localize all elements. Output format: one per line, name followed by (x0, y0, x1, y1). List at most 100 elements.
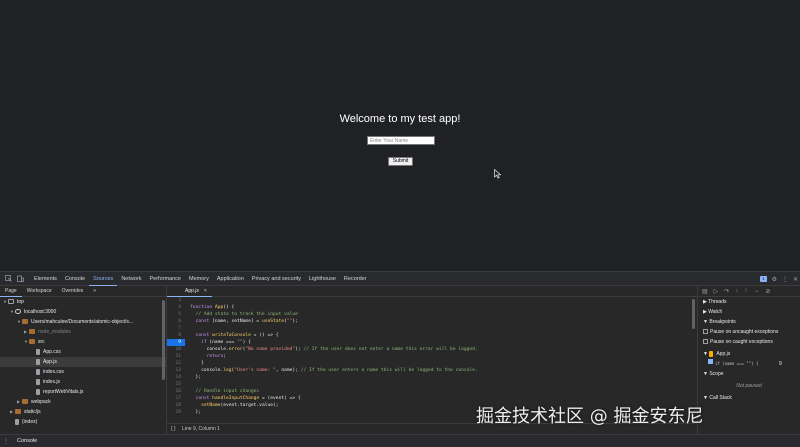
breakpoint-checkbox[interactable] (708, 359, 713, 364)
call-stack-section[interactable]: ▼ Call Stack (698, 393, 800, 403)
name-input[interactable] (367, 136, 435, 145)
editor-tab-label: App.js (185, 287, 199, 294)
tree-item-label: index.js (43, 379, 60, 385)
line-number[interactable]: 5 (167, 311, 185, 318)
issues-badge[interactable]: 1 (760, 276, 767, 282)
devtools-toolbar-right: 1 ⚙ ⋮ ✕ (760, 272, 798, 286)
breakpoint-line-number: 9 (779, 361, 782, 367)
tree-item[interactable]: ▼ Users/mahculee/Documents/atomic-object/… (0, 317, 166, 327)
tree-item[interactable]: index.js (0, 377, 166, 387)
more-options-icon[interactable]: ⋮ (782, 276, 788, 283)
line-number[interactable]: 7 (167, 325, 185, 332)
submit-button[interactable]: Submit (388, 157, 413, 166)
close-tab-icon[interactable]: ✕ (203, 288, 207, 294)
close-devtools-icon[interactable]: ✕ (793, 276, 798, 283)
tab-console[interactable]: Console (61, 272, 89, 286)
checkbox-icon (703, 329, 708, 335)
line-number[interactable]: 3 (167, 297, 185, 304)
navigator-tab-workspace[interactable]: Workspace (22, 286, 57, 297)
inspect-element-icon[interactable] (4, 275, 12, 283)
tab-memory[interactable]: Memory (185, 272, 213, 286)
navigator-tab-page[interactable]: Page (0, 286, 22, 297)
pretty-print-icon[interactable]: { } (171, 426, 176, 432)
breakpoints-section[interactable]: ▼ Breakpoints (698, 317, 800, 327)
step-over-icon[interactable]: ↷ (724, 288, 729, 295)
breakpoint-code: if (name === "") { (715, 361, 759, 366)
threads-section[interactable]: ▶ Threads (698, 297, 800, 307)
line-number[interactable]: 13 (167, 367, 185, 374)
step-out-icon[interactable]: ↑ (744, 288, 747, 294)
tree-item[interactable]: ▶ webpack (0, 397, 166, 407)
tree-item[interactable]: ▶ node_modules (0, 327, 166, 337)
tab-network[interactable]: Network (117, 272, 145, 286)
scope-section[interactable]: ▼ Scope (698, 369, 800, 379)
line-number[interactable]: 16 (167, 388, 185, 395)
tree-item-label: node_modules (38, 329, 71, 335)
line-number[interactable]: 10 (167, 346, 185, 353)
tab-elements[interactable]: Elements (30, 272, 61, 286)
watch-section[interactable]: ▶ Watch (698, 307, 800, 317)
tab-sources[interactable]: Sources (89, 272, 118, 286)
tree-item[interactable]: ▼ localhost:3000 (0, 307, 166, 317)
settings-gear-icon[interactable]: ⚙ (772, 276, 777, 283)
tab-application[interactable]: Application (213, 272, 248, 286)
tree-item[interactable]: (index) (0, 417, 166, 427)
tree-item[interactable]: ▼ src (0, 337, 166, 347)
tree-item[interactable]: App.css (0, 347, 166, 357)
breakpoint-file-row[interactable]: ▼ App.js (698, 349, 800, 359)
line-number[interactable]: 18 (167, 402, 185, 409)
tab-lighthouse[interactable]: Lighthouse (305, 272, 340, 286)
line-number[interactable]: 12 (167, 360, 185, 367)
js-file-icon (709, 350, 714, 357)
tree-item[interactable]: ▼ top (0, 297, 166, 307)
tree-item-label: index.css (43, 369, 64, 375)
tab-performance[interactable]: Performance (145, 272, 185, 286)
mouse-cursor-icon (494, 169, 502, 179)
code-text: const writeToConsole = () => { (195, 333, 279, 338)
code-line: 3 (167, 297, 697, 304)
line-number[interactable]: 8 (167, 332, 185, 339)
editor-scrollbar[interactable] (692, 299, 695, 329)
drawer-menu-icon[interactable]: ⋮ (3, 438, 9, 445)
breakpoint-file-label: App.js (716, 351, 731, 357)
watermark-text: 掘金技术社区 @ 掘金安东尼 (476, 406, 704, 427)
code-text: function App() { (190, 305, 235, 310)
line-number[interactable]: 17 (167, 395, 185, 402)
navigator-tab-overrides[interactable]: Overrides (57, 286, 89, 297)
toggle-sidebar-icon[interactable]: ▤ (702, 288, 708, 295)
line-number[interactable]: 11 (167, 353, 185, 360)
navigator-more-tabs-icon[interactable]: » (88, 286, 101, 297)
tab-privacy-and-security[interactable]: Privacy and security (248, 272, 305, 286)
tab-recorder[interactable]: Recorder (340, 272, 371, 286)
step-into-icon[interactable]: ↓ (735, 288, 738, 294)
breakpoint-entry[interactable]: if (name === "") { 9 (698, 359, 800, 369)
device-toolbar-icon[interactable] (16, 275, 24, 283)
line-number[interactable]: 4 (167, 304, 185, 311)
debugger-toolbar: ▤ ▷ ↷ ↓ ↑ → ⊘ (698, 286, 800, 297)
code-line: 4 function App() { (167, 304, 697, 311)
line-number[interactable]: 15 (167, 381, 185, 388)
code-line: 15 (167, 381, 697, 388)
line-number[interactable]: 19 (167, 409, 185, 416)
tree-item[interactable]: index.css (0, 367, 166, 377)
breakpoint-line-number[interactable]: 9 (167, 339, 185, 346)
pause-caught-checkbox[interactable]: Pause on caught exceptions (698, 337, 800, 347)
pause-uncaught-checkbox[interactable]: Pause on uncaught exceptions (698, 327, 800, 337)
devtools-main-toolbar: Elements Console Sources Network Performance… (0, 272, 800, 286)
resume-icon[interactable]: ▷ (714, 288, 719, 295)
tree-item[interactable]: reportWebVitals.js (0, 387, 166, 397)
tree-item[interactable]: ▶ static/js (0, 407, 166, 417)
navigator-scrollbar[interactable] (162, 300, 165, 380)
deactivate-breakpoints-icon[interactable]: ⊘ (765, 288, 770, 295)
tree-item-label: reportWebVitals.js (43, 389, 84, 395)
drawer-tab-console[interactable]: Console (12, 435, 42, 447)
folder-icon (29, 329, 35, 335)
breakpoints-label: Breakpoints (709, 319, 736, 325)
line-number[interactable]: 6 (167, 318, 185, 325)
line-number[interactable]: 14 (167, 374, 185, 381)
editor-tab-app-js[interactable]: App.js ✕ (167, 286, 212, 297)
call-stack-label: Call Stack (709, 395, 732, 401)
step-icon[interactable]: → (753, 288, 759, 294)
tree-item[interactable]: App.js (0, 357, 166, 367)
navigator-tabs: Page Workspace Overrides » (0, 286, 166, 297)
